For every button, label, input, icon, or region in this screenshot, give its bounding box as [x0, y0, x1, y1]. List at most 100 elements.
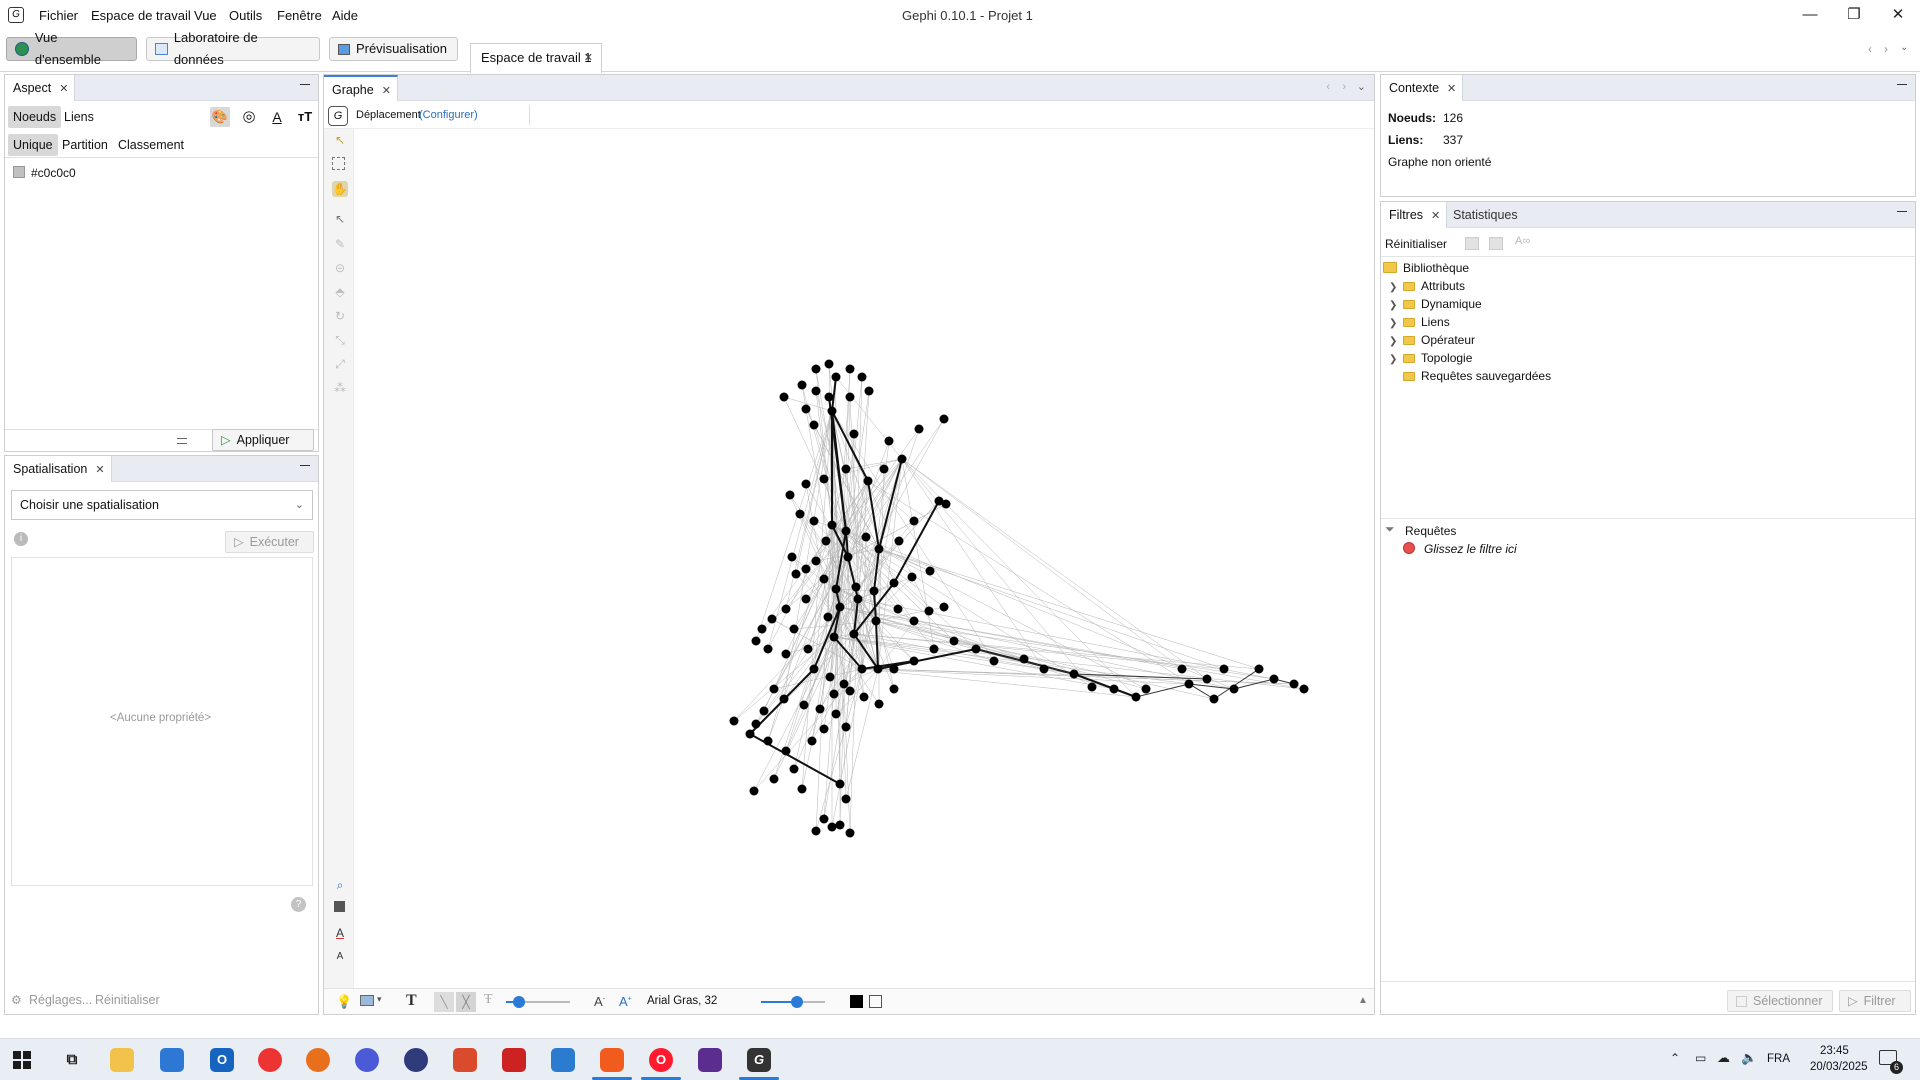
menu-outils[interactable]: Outils	[229, 8, 262, 23]
graph-node[interactable]	[807, 736, 817, 746]
brush-icon[interactable]: ⊝	[332, 260, 348, 276]
reset-filters-button[interactable]: Réinitialiser	[1385, 237, 1447, 251]
graph-node[interactable]	[909, 656, 919, 666]
graph-node[interactable]	[863, 476, 873, 486]
graph-node[interactable]	[1229, 684, 1239, 694]
minimize-panel-icon[interactable]	[1897, 83, 1907, 85]
graph-node[interactable]	[869, 586, 879, 596]
graph-node[interactable]	[889, 664, 899, 674]
graph-node[interactable]	[1109, 684, 1119, 694]
reset-link[interactable]: Réinitialiser	[95, 993, 160, 1007]
graph-node[interactable]	[769, 774, 779, 784]
graph-node[interactable]	[845, 392, 855, 402]
menu-fichier[interactable]: Fichier	[39, 8, 78, 23]
graph-node[interactable]	[897, 454, 907, 464]
tab-unique[interactable]: Unique	[8, 134, 58, 156]
chevron-up-icon[interactable]: ⌃	[1670, 1051, 1680, 1065]
graph-node[interactable]	[751, 719, 761, 729]
graph-node[interactable]	[864, 386, 874, 396]
slider-thumb[interactable]	[791, 996, 803, 1008]
graph-node[interactable]	[819, 814, 829, 824]
tree-item-operateur[interactable]: ❯ Opérateur	[1389, 331, 1475, 349]
graph-node[interactable]	[757, 624, 767, 634]
label-scale-slider[interactable]	[761, 996, 825, 1008]
graph-node[interactable]	[845, 364, 855, 374]
graph-node[interactable]	[1141, 684, 1151, 694]
graph-node[interactable]	[889, 578, 899, 588]
graph-node[interactable]	[809, 516, 819, 526]
graph-node[interactable]	[861, 532, 871, 542]
info-icon[interactable]: i	[14, 532, 28, 546]
graph-node[interactable]	[929, 644, 939, 654]
graph-node[interactable]	[1299, 684, 1309, 694]
graph-node[interactable]	[829, 689, 839, 699]
data-lab-button[interactable]: Laboratoire de données	[146, 30, 320, 67]
graph-node[interactable]	[1131, 692, 1141, 702]
graph-node[interactable]	[1289, 679, 1299, 689]
windows-start-icon[interactable]	[13, 1051, 31, 1069]
graph-node[interactable]	[729, 716, 739, 726]
graph-network[interactable]	[354, 129, 1374, 989]
tab-contexte[interactable]: Contexte ✕	[1381, 75, 1464, 101]
graph-node[interactable]	[1087, 682, 1097, 692]
lightbulb-icon[interactable]: 💡	[336, 994, 352, 1010]
graph-node[interactable]	[851, 582, 861, 592]
layout-select[interactable]: Choisir une spatialisation ⌄	[11, 490, 313, 520]
graph-node[interactable]	[745, 729, 755, 739]
overview-button[interactable]: Vue d'ensemble	[6, 30, 137, 67]
tab-noeuds[interactable]: Noeuds	[8, 106, 62, 128]
file-explorer-icon[interactable]	[110, 1048, 134, 1072]
screenshot-icon[interactable]	[360, 995, 374, 1006]
cloud-icon[interactable]: ☁	[1717, 1050, 1730, 1066]
gephi-icon[interactable]: G	[747, 1048, 771, 1072]
font-label[interactable]: Arial Gras, 32	[647, 995, 717, 1007]
graph-node[interactable]	[889, 684, 899, 694]
graph-node[interactable]	[849, 629, 859, 639]
graph-node[interactable]	[949, 636, 959, 646]
text-icon[interactable]: T	[406, 992, 417, 1010]
graph-node[interactable]	[879, 464, 889, 474]
graph-node[interactable]	[857, 664, 867, 674]
graph-node[interactable]	[1254, 664, 1264, 674]
minimize-panel-icon[interactable]	[300, 83, 310, 85]
graph-node[interactable]	[871, 616, 881, 626]
graph-node[interactable]	[971, 644, 981, 654]
color-swatch[interactable]	[13, 166, 25, 178]
shortest-path-icon[interactable]: ⤡	[332, 332, 348, 348]
graph-node[interactable]	[1209, 694, 1219, 704]
graph-node[interactable]	[914, 424, 924, 434]
select-tool-icon[interactable]: ↖	[332, 132, 348, 148]
graph-node[interactable]	[835, 820, 845, 830]
menu-vue[interactable]: Vue	[194, 8, 217, 23]
minimize-panel-icon[interactable]	[300, 464, 310, 466]
app-icon[interactable]	[404, 1048, 428, 1072]
graph-node[interactable]	[795, 509, 805, 519]
close-window-button[interactable]: ✕	[1878, 4, 1918, 26]
pointer-info-icon[interactable]: ↖	[332, 211, 348, 227]
tree-item-requetes-sauvegardees[interactable]: Requêtes sauvegardées	[1389, 367, 1551, 385]
graph-node[interactable]	[819, 574, 829, 584]
settings-icon[interactable]: ⚙	[11, 993, 22, 1007]
pencil-icon[interactable]: ✎	[332, 236, 348, 252]
graph-node[interactable]	[874, 544, 884, 554]
graph-node[interactable]	[779, 694, 789, 704]
graph-node[interactable]	[1219, 664, 1229, 674]
graph-node[interactable]	[831, 709, 841, 719]
chevron-down-icon[interactable]: ⌄	[1357, 80, 1366, 93]
graph-node[interactable]	[924, 606, 934, 616]
tree-item-attributs[interactable]: ❯ Attributs	[1389, 277, 1465, 295]
heat-map-icon[interactable]: ⁂	[332, 380, 348, 396]
tree-item-dynamique[interactable]: ❯ Dynamique	[1389, 295, 1482, 313]
tab-partition[interactable]: Partition	[57, 134, 113, 156]
graph-node[interactable]	[763, 736, 773, 746]
paint-bucket-icon[interactable]: ⬘	[332, 284, 348, 300]
graph-node[interactable]	[801, 479, 811, 489]
graph-node[interactable]	[801, 404, 811, 414]
move-tool-icon[interactable]: G	[328, 106, 348, 126]
close-icon[interactable]: ✕	[584, 44, 593, 72]
graph-node[interactable]	[859, 692, 869, 702]
opera-icon[interactable]: O	[649, 1048, 673, 1072]
graph-node[interactable]	[894, 536, 904, 546]
graph-node[interactable]	[797, 380, 807, 390]
chevron-left-icon[interactable]: ‹	[1326, 81, 1330, 93]
